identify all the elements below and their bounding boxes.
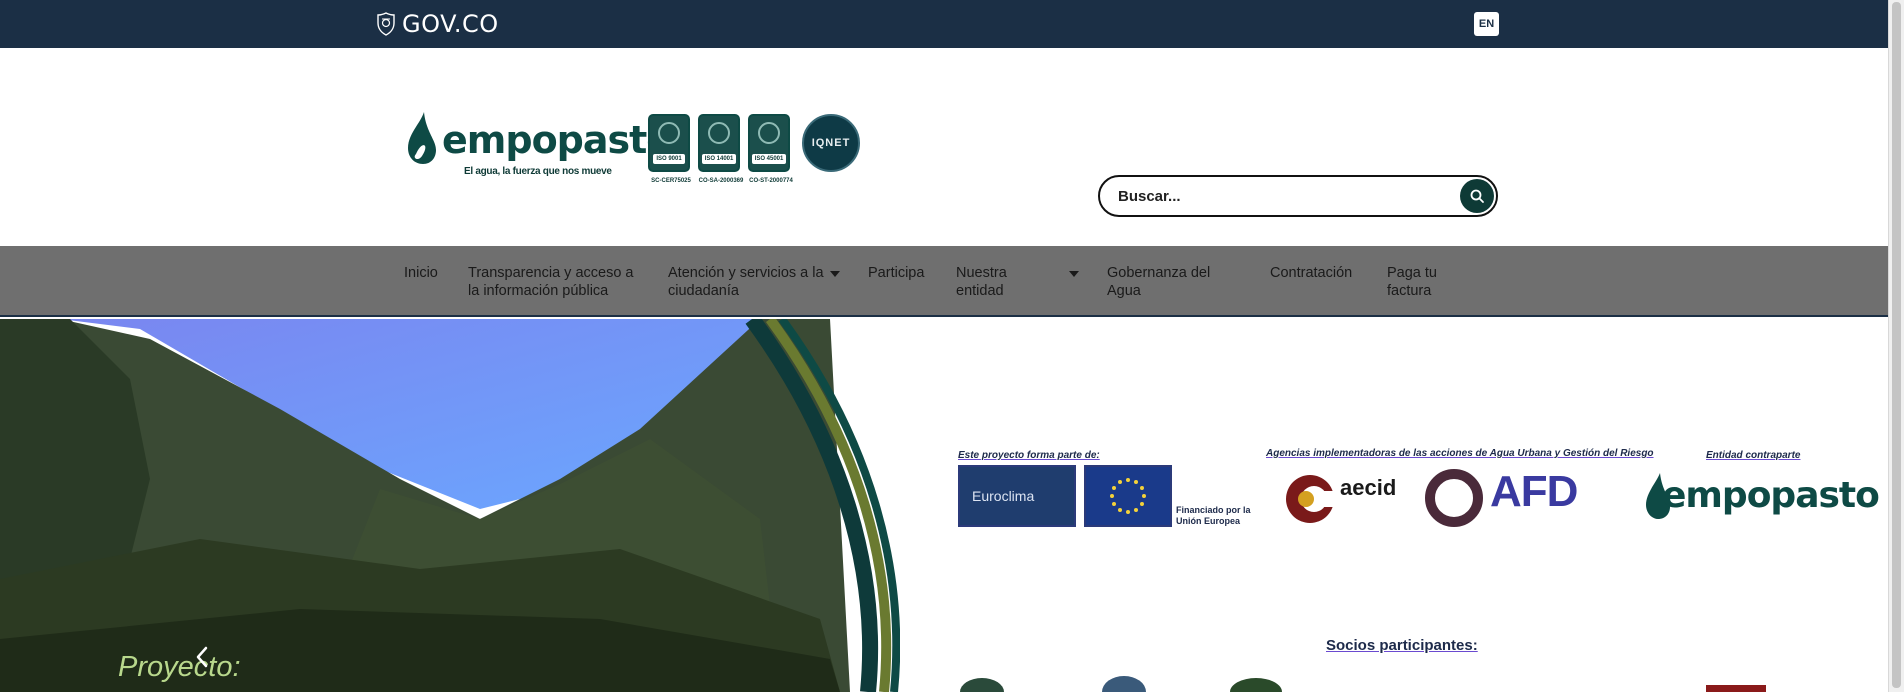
cert-seal-icon bbox=[758, 122, 780, 144]
iqnet-badge: IQNET bbox=[802, 114, 860, 172]
hero-title: Proyecto: bbox=[118, 651, 241, 683]
chevron-down-icon[interactable] bbox=[1069, 271, 1079, 277]
eu-stars-icon bbox=[1110, 478, 1146, 514]
aecid-logo bbox=[1282, 469, 1338, 529]
gov-top-bar: GOV.CO EN bbox=[0, 0, 1888, 48]
nav-item-transparencia[interactable]: Transparencia y acceso a la información … bbox=[468, 264, 648, 300]
page-scrollbar[interactable] bbox=[1888, 0, 1904, 692]
iqnet-label: IQNET bbox=[811, 137, 851, 149]
nav-item-gobernanza[interactable]: Gobernanza del Agua bbox=[1107, 264, 1227, 300]
afd-text: AFD bbox=[1490, 467, 1578, 516]
aecid-icon bbox=[1286, 475, 1338, 523]
hero-slider: Este proyecto forma parte de: Euroclima … bbox=[0, 319, 1888, 692]
cert-label: ISO 9001 bbox=[653, 154, 685, 164]
chevron-down-icon[interactable] bbox=[830, 271, 840, 277]
agencies-label: Agencias implementadoras de las acciones… bbox=[1266, 448, 1654, 459]
water-drop-icon bbox=[408, 112, 436, 164]
partners-title: Socios participantes: bbox=[1326, 637, 1478, 654]
nav-item-atencion[interactable]: Atención y servicios a la ciudadanía bbox=[668, 264, 830, 300]
euroclima-text: Euroclima bbox=[972, 488, 1035, 504]
logo-tagline: El agua, la fuerza que nos mueve bbox=[464, 166, 612, 177]
nav-item-participa[interactable]: Participa bbox=[868, 264, 938, 282]
search-button[interactable] bbox=[1460, 179, 1494, 213]
eu-flag-logo bbox=[1084, 465, 1172, 527]
partner-seal-icon bbox=[1230, 678, 1282, 692]
nav-item-nuestra-entidad[interactable]: Nuestra entidad bbox=[956, 264, 1026, 300]
cert-code: CO-SA-2000369 bbox=[698, 178, 744, 184]
project-label: Este proyecto forma parte de: bbox=[958, 450, 1100, 461]
nav-item-inicio[interactable]: Inicio bbox=[404, 264, 454, 282]
search-box bbox=[1098, 175, 1498, 217]
partner-label: Entidad contraparte bbox=[1706, 450, 1801, 461]
partner-empopasto-text: empopasto bbox=[1662, 475, 1880, 516]
funded-by-label: Financiado por la Unión Europea bbox=[1176, 505, 1251, 526]
colombia-shield-icon bbox=[377, 12, 395, 36]
cert-label: ISO 45001 bbox=[751, 154, 787, 164]
cert-badge: ISO 45001 CO-ST-2000774 bbox=[748, 114, 793, 184]
afd-ring-icon bbox=[1425, 469, 1483, 527]
partner-seal-icon bbox=[1706, 685, 1766, 692]
main-nav: Inicio Transparencia y acceso a la infor… bbox=[0, 246, 1888, 317]
cert-label: ISO 14001 bbox=[701, 154, 737, 164]
nav-item-contratacion[interactable]: Contratación bbox=[1270, 264, 1370, 282]
search-input[interactable] bbox=[1118, 186, 1438, 206]
gov-co-link[interactable]: GOV.CO bbox=[376, 10, 499, 38]
afd-logo bbox=[1424, 467, 1484, 529]
cert-badge: ISO 9001 SC-CER75025 bbox=[648, 114, 691, 184]
cert-seal-icon bbox=[708, 122, 730, 144]
scrollbar-thumb[interactable] bbox=[1892, 2, 1901, 688]
partner-seal-icon bbox=[1102, 676, 1146, 692]
cert-seal-icon bbox=[658, 122, 680, 144]
gov-co-brand: GOV.CO bbox=[402, 10, 499, 38]
aecid-text: aecid bbox=[1340, 475, 1397, 500]
cert-code: CO-ST-2000774 bbox=[749, 178, 793, 184]
partner-seal-icon bbox=[960, 678, 1004, 692]
chevron-left-icon[interactable] bbox=[192, 645, 212, 669]
certifications: ISO 9001 SC-CER75025 ISO 14001 CO-SA-200… bbox=[648, 114, 860, 184]
site-header: empopasto El agua, la fuerza que nos mue… bbox=[0, 48, 1888, 246]
search-icon bbox=[1470, 189, 1484, 203]
euroclima-logo: Euroclima bbox=[958, 465, 1076, 527]
logo-wordmark: empopasto bbox=[442, 118, 672, 162]
nav-item-paga-factura[interactable]: Paga tu factura bbox=[1387, 264, 1447, 300]
cert-code: SC-CER75025 bbox=[651, 178, 691, 184]
language-en-button[interactable]: EN bbox=[1474, 12, 1499, 36]
cert-badge: ISO 14001 CO-SA-2000369 bbox=[698, 114, 743, 184]
hero-landscape-image bbox=[0, 319, 900, 692]
